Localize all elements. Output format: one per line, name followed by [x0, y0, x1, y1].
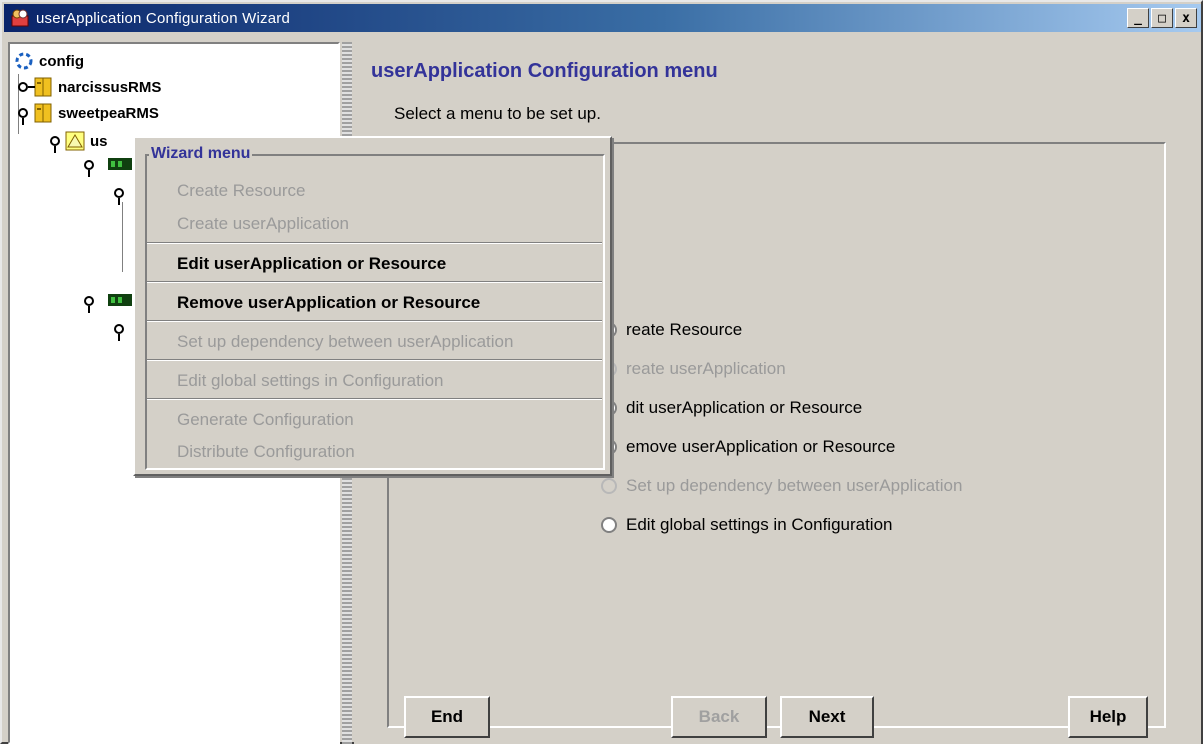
tree-node-userapplication[interactable]: us — [50, 130, 108, 153]
minimize-button[interactable]: _ — [1127, 8, 1149, 28]
wizard-menu-popup: Wizard menu Create Resource Create userA… — [133, 136, 612, 476]
server-icon — [34, 103, 52, 123]
option-edit-userapplication[interactable]: dit userApplication or Resource — [601, 398, 862, 418]
expanded-handle-icon[interactable] — [84, 296, 94, 313]
option-label: Edit global settings in Configuration — [626, 515, 893, 534]
menu-separator — [147, 359, 602, 361]
expanded-handle-icon[interactable] — [18, 108, 28, 125]
wizard-window: userApplication Configuration Wizard _ □… — [0, 0, 1203, 744]
option-set-up-dependency: Set up dependency between userApplicatio… — [601, 476, 962, 496]
expanded-handle-icon[interactable] — [50, 136, 60, 153]
radio-button-icon — [601, 478, 617, 494]
option-create-userapplication: reate userApplication — [601, 359, 786, 379]
end-button[interactable]: End — [404, 696, 490, 738]
menu-item-remove-userapplication[interactable]: Remove userApplication or Resource — [177, 293, 480, 313]
menu-separator — [147, 398, 602, 400]
menu-item-edit-userapplication[interactable]: Edit userApplication or Resource — [177, 254, 446, 274]
server-icon — [34, 77, 52, 97]
tree-label-narcissusRMS: narcissusRMS — [58, 78, 162, 96]
radio-button-icon[interactable] — [601, 517, 617, 533]
option-edit-global-settings[interactable]: Edit global settings in Configuration — [601, 515, 893, 535]
menu-separator — [147, 242, 602, 244]
menu-item-edit-global-settings: Edit global settings in Configuration — [177, 371, 444, 390]
tree-node-sweetpeaRMS[interactable]: sweetpeaRMS — [18, 102, 159, 125]
menu-item-create-resource: Create Resource — [177, 181, 306, 200]
window-title: userApplication Configuration Wizard — [36, 9, 290, 27]
userapplication-warning-icon — [65, 131, 85, 151]
menu-separator — [147, 320, 602, 322]
tree-label-sweetpeaRMS: sweetpeaRMS — [58, 104, 159, 122]
option-label: Set up dependency between userApplicatio… — [626, 476, 963, 495]
tree-label-userapplication: us — [90, 132, 108, 150]
expanded-handle-icon[interactable] — [114, 324, 124, 341]
option-label: emove userApplication or Resource — [626, 437, 896, 456]
menu-item-set-up-dependency: Set up dependency between userApplicatio… — [177, 332, 514, 351]
expanded-handle-icon[interactable] — [114, 188, 124, 205]
expanded-handle-icon[interactable] — [84, 160, 94, 177]
app-icon — [11, 9, 29, 27]
menu-separator — [147, 281, 602, 283]
option-create-resource[interactable]: reate Resource — [601, 320, 742, 340]
collapsed-handle-icon[interactable] — [18, 82, 35, 92]
option-label: reate Resource — [626, 320, 743, 339]
popup-title: Wizard menu — [149, 145, 253, 163]
back-button: Back — [671, 696, 767, 738]
tree-label-config: config — [39, 52, 84, 70]
option-remove-userapplication[interactable]: emove userApplication or Resource — [601, 437, 895, 457]
option-label: reate userApplication — [626, 359, 786, 378]
close-button[interactable]: x — [1175, 8, 1197, 28]
maximize-button[interactable]: □ — [1151, 8, 1173, 28]
resource-icon — [108, 158, 132, 170]
tree-node-narcissusRMS[interactable]: narcissusRMS — [18, 76, 161, 98]
next-button[interactable]: Next — [780, 696, 874, 738]
menu-item-distribute-configuration: Distribute Configuration — [177, 442, 355, 461]
tree-node-config[interactable]: config — [13, 50, 84, 72]
menu-item-create-userapplication: Create userApplication — [177, 214, 349, 233]
help-button[interactable]: Help — [1068, 696, 1148, 738]
option-label: dit userApplication or Resource — [626, 398, 863, 417]
resource-icon — [108, 294, 132, 306]
page-title: userApplication Configuration menu — [371, 60, 718, 82]
title-bar[interactable]: userApplication Configuration Wizard _ □… — [4, 4, 1201, 32]
instruction-text: Select a menu to be set up. — [394, 104, 601, 123]
config-icon — [15, 52, 33, 70]
menu-item-generate-configuration: Generate Configuration — [177, 410, 354, 429]
